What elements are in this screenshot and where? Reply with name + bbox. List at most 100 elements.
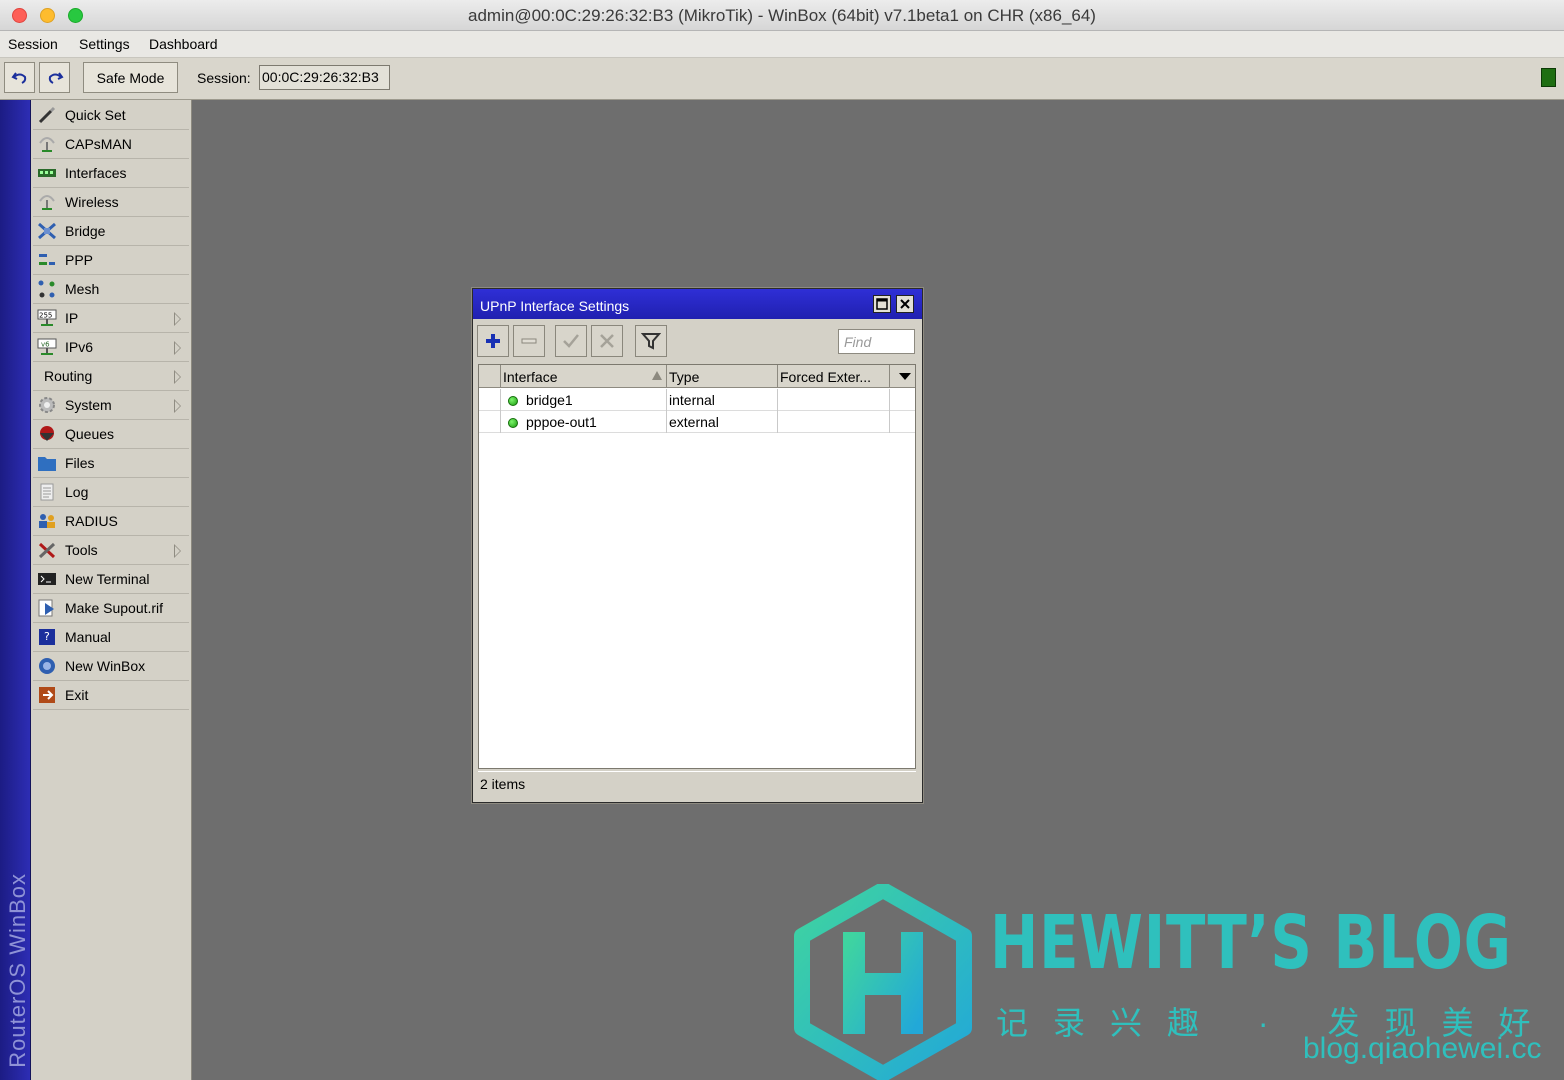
- cross-icon: [600, 334, 614, 348]
- dialog-maximize-button[interactable]: [873, 295, 891, 313]
- sidebar-item-interfaces[interactable]: Interfaces: [33, 159, 189, 188]
- window-title: admin@00:0C:29:26:32:B3 (MikroTik) - Win…: [468, 6, 1096, 25]
- watermark-url: blog.qiaohewei.cc: [1303, 1032, 1542, 1065]
- column-header-forced-external[interactable]: Forced Exter...: [778, 365, 890, 388]
- sidebar-item-label: Quick Set: [65, 107, 126, 123]
- dialog-titlebar[interactable]: UPnP Interface Settings: [473, 289, 922, 319]
- sidebar-item-label: Wireless: [65, 194, 119, 210]
- sidebar-item-label: Exit: [65, 687, 89, 703]
- dialog-close-button[interactable]: [896, 295, 914, 313]
- globe-icon: [37, 657, 57, 675]
- menu-settings[interactable]: Settings: [79, 36, 130, 52]
- svg-text:?: ?: [44, 630, 50, 643]
- sidebar-item-radius[interactable]: RADIUS: [33, 507, 189, 536]
- enable-button[interactable]: [555, 325, 587, 357]
- sidebar-item-new-winbox[interactable]: New WinBox: [33, 652, 189, 681]
- table-row[interactable]: bridge1 internal: [479, 389, 915, 411]
- redo-button[interactable]: [39, 62, 70, 93]
- submenu-arrow-icon: [174, 370, 181, 384]
- window-titlebar: admin@00:0C:29:26:32:B3 (MikroTik) - Win…: [0, 0, 1564, 31]
- sidebar-item-label: Mesh: [65, 281, 100, 297]
- columns-dropdown-button[interactable]: [895, 366, 915, 387]
- sidebar-item-wireless[interactable]: Wireless: [33, 188, 189, 217]
- status-led: [1541, 68, 1556, 87]
- sort-ascending-icon: [652, 371, 662, 380]
- users-icon: [37, 512, 57, 530]
- column-header-type[interactable]: Type: [667, 365, 778, 388]
- sidebar-item-new-terminal[interactable]: New Terminal: [33, 565, 189, 594]
- session-field[interactable]: 00:0C:29:26:32:B3: [259, 65, 390, 90]
- vertical-label: RouterOS WinBox: [5, 873, 30, 1068]
- header-select-column[interactable]: [479, 365, 501, 388]
- toolbar: Safe Mode Session: 00:0C:29:26:32:B3: [0, 58, 1564, 100]
- submenu-arrow-icon: [174, 544, 181, 558]
- sidebar-item-capsman[interactable]: CAPsMAN: [33, 130, 189, 159]
- sidebar-item-manual[interactable]: ? Manual: [33, 623, 189, 652]
- sidebar-item-exit[interactable]: Exit: [33, 681, 189, 710]
- cell-interface: bridge1: [501, 389, 667, 411]
- sidebar-item-mesh[interactable]: Mesh: [33, 275, 189, 304]
- filter-button[interactable]: [635, 325, 667, 357]
- sidebar-item-make-supout[interactable]: Make Supout.rif: [33, 594, 189, 623]
- cell-text: bridge1: [526, 392, 573, 408]
- sidebar-item-quick-set[interactable]: Quick Set: [33, 101, 189, 130]
- row-marker: [479, 389, 501, 411]
- sidebar-item-label: Tools: [65, 542, 98, 558]
- check-icon: [563, 334, 579, 348]
- sidebar-item-label: PPP: [65, 252, 94, 268]
- undo-button[interactable]: [4, 62, 35, 93]
- row-marker: [479, 411, 501, 433]
- menu-dashboard[interactable]: Dashboard: [149, 36, 218, 52]
- wand-icon: [37, 106, 57, 124]
- dialog-title: UPnP Interface Settings: [480, 298, 630, 314]
- find-input[interactable]: Find: [838, 329, 915, 354]
- menubar: Session Settings Dashboard: [0, 31, 1564, 58]
- remove-button[interactable]: [513, 325, 545, 357]
- sidebar-item-label: New WinBox: [65, 658, 146, 674]
- status-dot-icon: [508, 418, 518, 428]
- sidebar-item-ip[interactable]: 255 IP: [33, 304, 189, 333]
- filter-icon: [641, 333, 661, 350]
- winbox-vertical-banner: RouterOS WinBox: [0, 100, 31, 1080]
- sidebar-item-label: IPv6: [65, 339, 94, 355]
- interface-card-icon: [37, 164, 57, 182]
- sidebar-item-label: Manual: [65, 629, 111, 645]
- cell-text: pppoe-out1: [526, 414, 597, 430]
- menu-session[interactable]: Session: [8, 36, 58, 52]
- sidebar-item-bridge[interactable]: Bridge: [33, 217, 189, 246]
- sidebar-item-label: System: [65, 397, 112, 413]
- sidebar-item-label: Queues: [65, 426, 115, 442]
- sidebar-item-label: Routing: [44, 368, 93, 384]
- sidebar-item-log[interactable]: Log: [33, 478, 189, 507]
- sidebar-item-routing[interactable]: Routing: [33, 362, 189, 391]
- table-header: Interface Type Forced Exter...: [479, 365, 915, 388]
- sidebar-item-system[interactable]: System: [33, 391, 189, 420]
- sidebar-item-ppp[interactable]: PPP: [33, 246, 189, 275]
- blog-logo-icon: [794, 884, 972, 1080]
- cell-forced-external: [778, 389, 890, 411]
- sidebar-item-queues[interactable]: Queues: [33, 420, 189, 449]
- add-button[interactable]: [477, 325, 509, 357]
- sidebar-item-files[interactable]: Files: [33, 449, 189, 478]
- sidebar-item-label: Interfaces: [65, 165, 127, 181]
- sidebar-item-label: Files: [65, 455, 95, 471]
- sidebar-item-ipv6[interactable]: v6 IPv6: [33, 333, 189, 362]
- sidebar-item-label: Bridge: [65, 223, 106, 239]
- plus-icon: [486, 334, 500, 348]
- safe-mode-button[interactable]: Safe Mode: [83, 62, 178, 93]
- column-header-interface[interactable]: Interface: [501, 365, 667, 388]
- disable-button[interactable]: [591, 325, 623, 357]
- sidebar-item-label: Log: [65, 484, 89, 500]
- table-row[interactable]: pppoe-out1 external: [479, 411, 915, 433]
- ip-icon: 255: [37, 309, 57, 327]
- sidebar-item-tools[interactable]: Tools: [33, 536, 189, 565]
- cell-type: external: [667, 411, 778, 433]
- submenu-arrow-icon: [174, 399, 181, 413]
- watermark-title: HEWITT’S BLOG: [990, 900, 1512, 986]
- sidebar-item-label: New Terminal: [65, 571, 150, 587]
- cell-type: internal: [667, 389, 778, 411]
- close-icon: [900, 299, 910, 309]
- terminal-icon: [37, 570, 57, 588]
- bridge-icon: [37, 222, 57, 240]
- svg-text:255: 255: [39, 312, 52, 320]
